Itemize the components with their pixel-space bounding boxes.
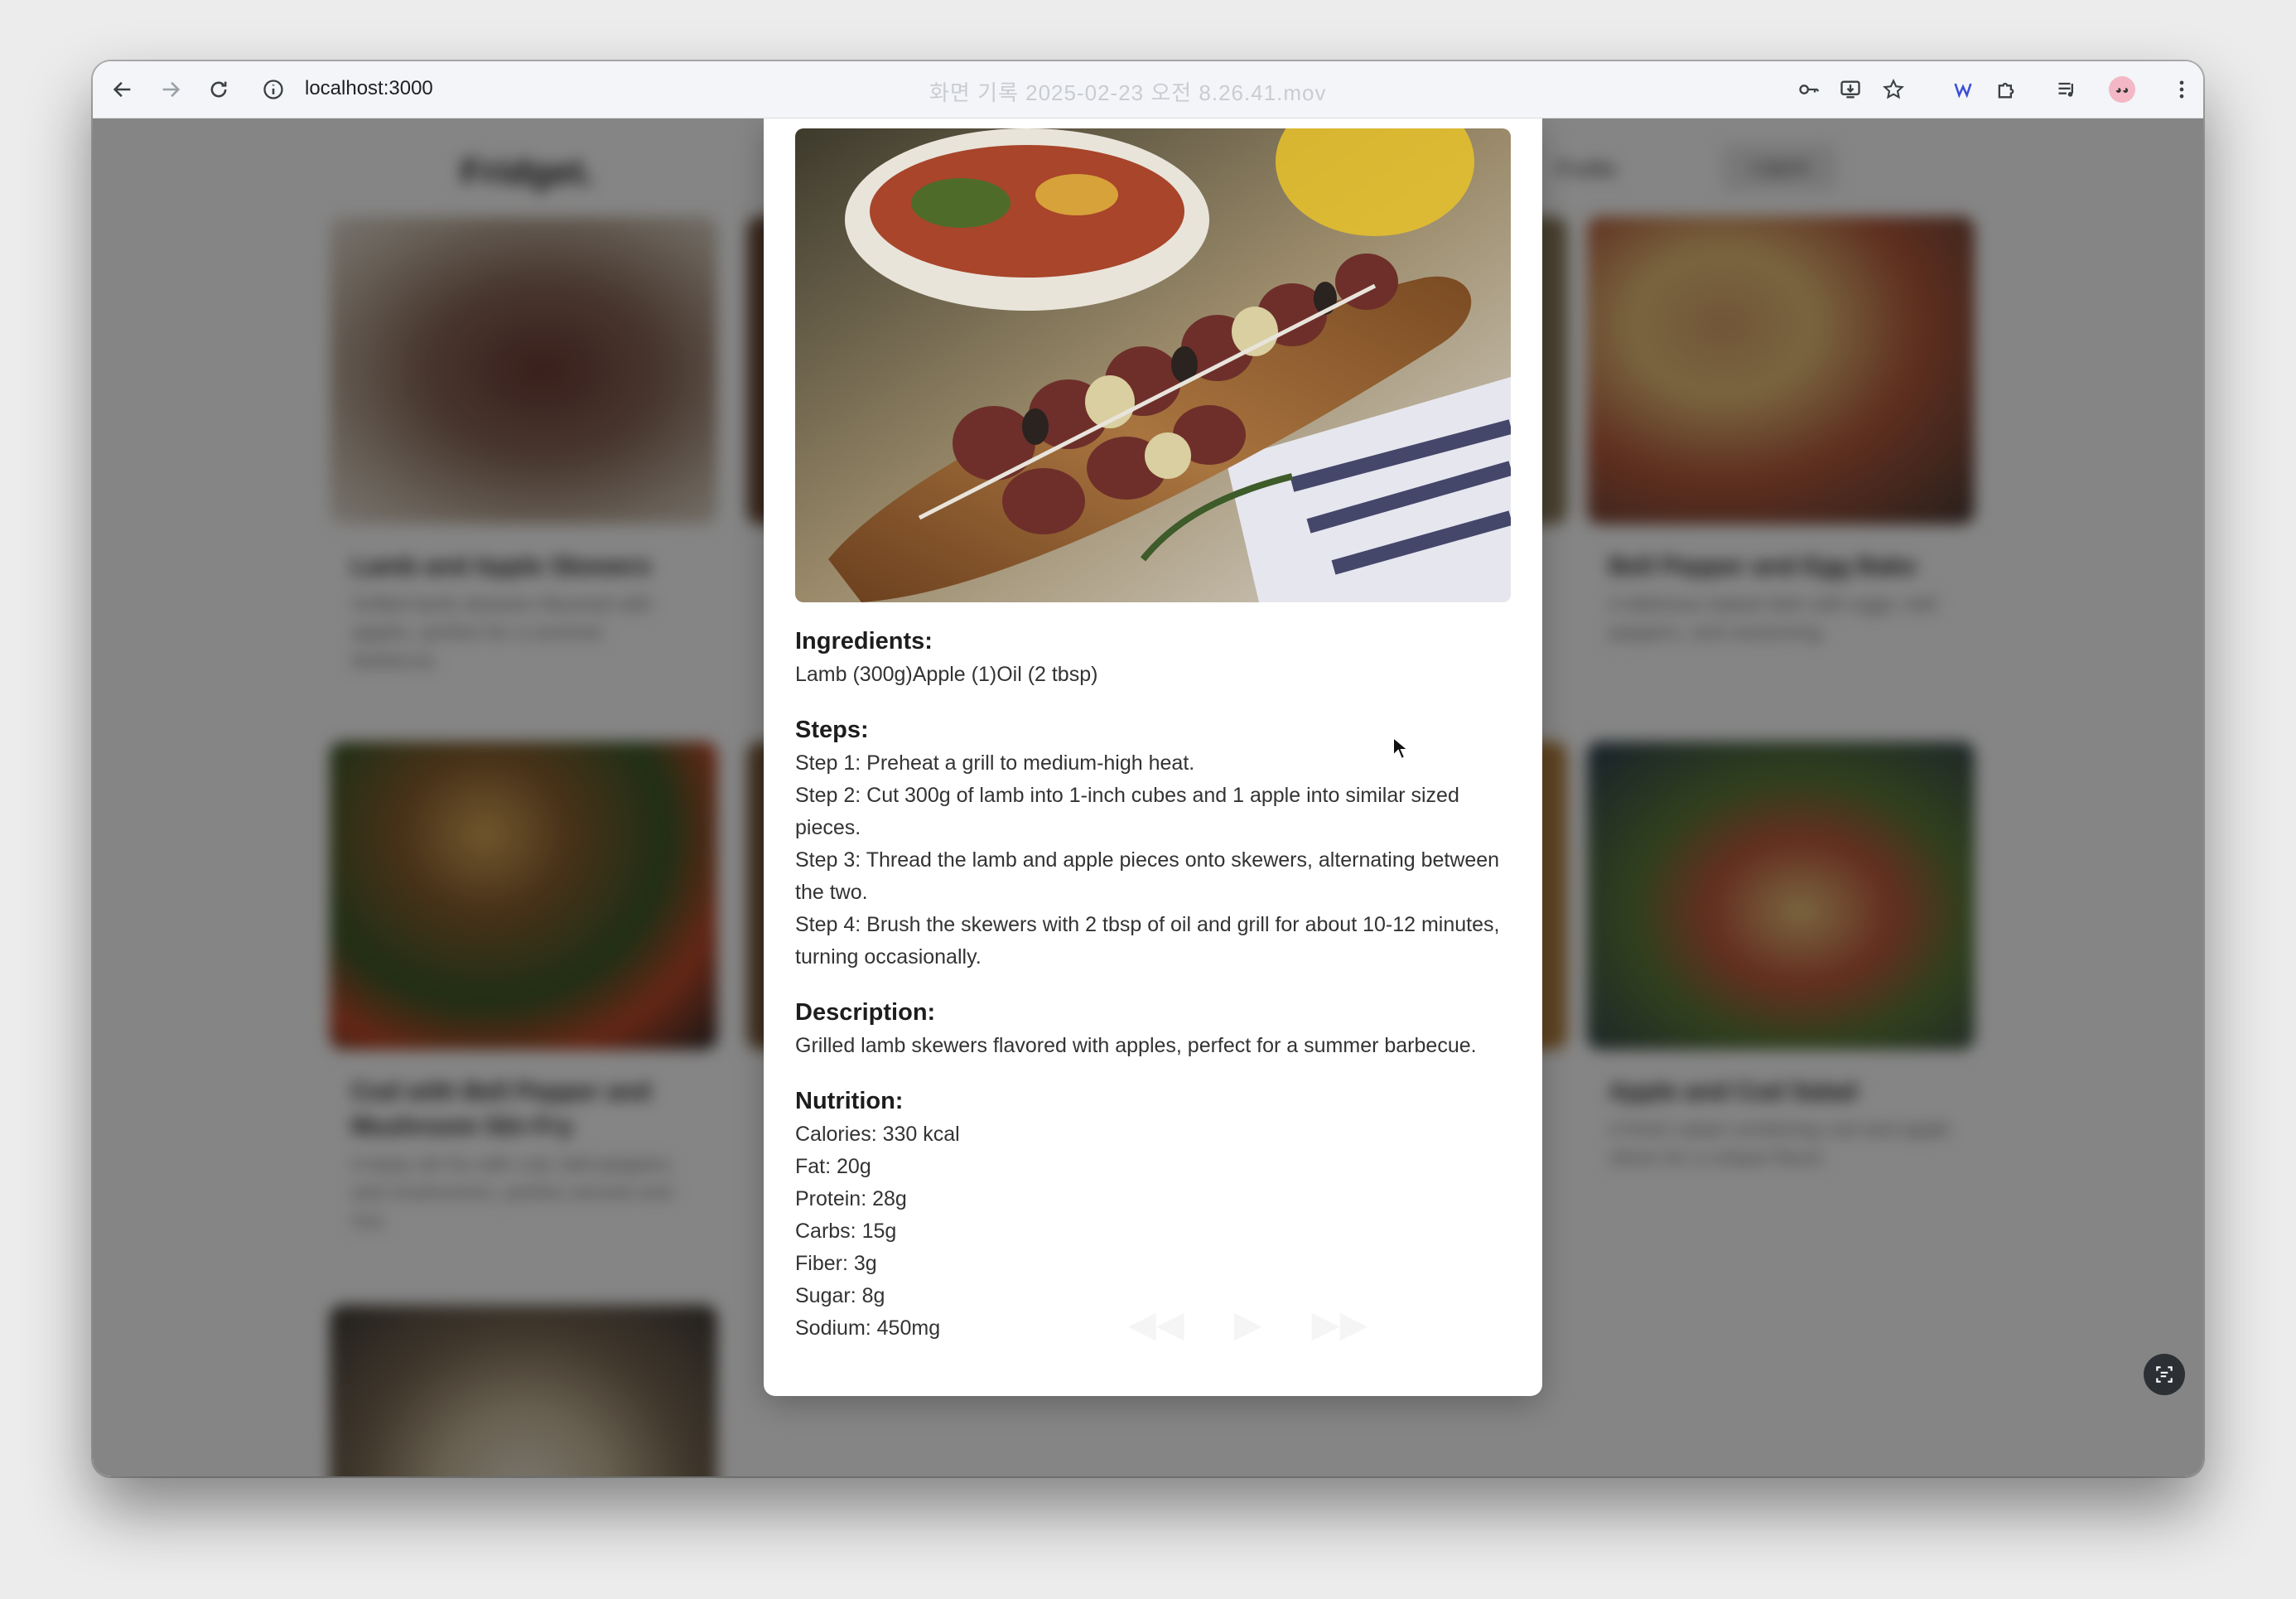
description-text: Grilled lamb skewers flavored with apple…	[795, 1034, 1477, 1057]
nutrition-item: Calories: 330 kcal	[795, 1123, 960, 1146]
back-arrow-icon[interactable]	[106, 73, 139, 106]
play-icon: ▶	[1233, 1303, 1262, 1345]
video-title-ghost: 화면 기록 2025-02-23 오전 8.26.41.mov	[929, 80, 1327, 105]
url-text[interactable]: localhost:3000	[305, 77, 433, 100]
rewind-icon: ◀◀	[1128, 1303, 1184, 1345]
install-icon[interactable]	[1834, 73, 1867, 106]
extension-icon[interactable]	[1946, 73, 1980, 106]
mouse-cursor-icon	[1392, 735, 1411, 765]
fast-forward-icon: ▶▶	[1311, 1303, 1368, 1345]
recipe-modal: Ingredients: Lamb (300g)Apple (1)Oil (2 …	[764, 118, 1542, 1396]
nutrition-item: Carbs: 15g	[795, 1220, 897, 1243]
step-item: Step 2: Cut 300g of lamb into 1-inch cub…	[795, 784, 1459, 839]
bookmark-star-icon[interactable]	[1877, 73, 1910, 106]
ingredients-text: Lamb (300g)Apple (1)Oil (2 tbsp)	[795, 663, 1098, 686]
nutrition-item: Protein: 28g	[795, 1187, 907, 1210]
video-controls-ghost: ◀◀ ▶ ▶▶	[1128, 1270, 1617, 1378]
description-heading: Description:	[795, 999, 936, 1026]
forward-arrow-icon[interactable]	[154, 73, 187, 106]
nutrition-heading: Nutrition:	[795, 1088, 904, 1114]
media-queue-icon[interactable]	[2051, 73, 2084, 106]
step-item: Step 4: Brush the skewers with 2 tbsp of…	[795, 913, 1500, 969]
step-item: Step 3: Thread the lamb and apple pieces…	[795, 848, 1500, 904]
browser-window: localhost:3000 화면 기록 2025-02-23 오전 8.26.…	[93, 61, 2203, 1476]
nutrition-item: Fat: 20g	[795, 1155, 871, 1178]
recipe-image	[795, 128, 1511, 602]
password-key-icon[interactable]	[1792, 73, 1826, 106]
puzzle-icon[interactable]	[1990, 73, 2023, 106]
browser-toolbar: localhost:3000 화면 기록 2025-02-23 오전 8.26.…	[93, 61, 2203, 118]
screen-capture-icon[interactable]	[2144, 1354, 2185, 1395]
ingredients-heading: Ingredients:	[795, 628, 933, 655]
recipe-details: Ingredients: Lamb (300g)Apple (1)Oil (2 …	[795, 624, 1511, 1345]
reload-icon[interactable]	[202, 73, 235, 106]
profile-avatar-icon[interactable]: ◕◕	[2109, 76, 2135, 103]
more-menu-icon[interactable]	[2165, 73, 2198, 106]
site-info-icon[interactable]	[260, 73, 287, 106]
page-viewport: Fridget. Profile Logout Lamb and Apple S…	[93, 118, 2203, 1476]
